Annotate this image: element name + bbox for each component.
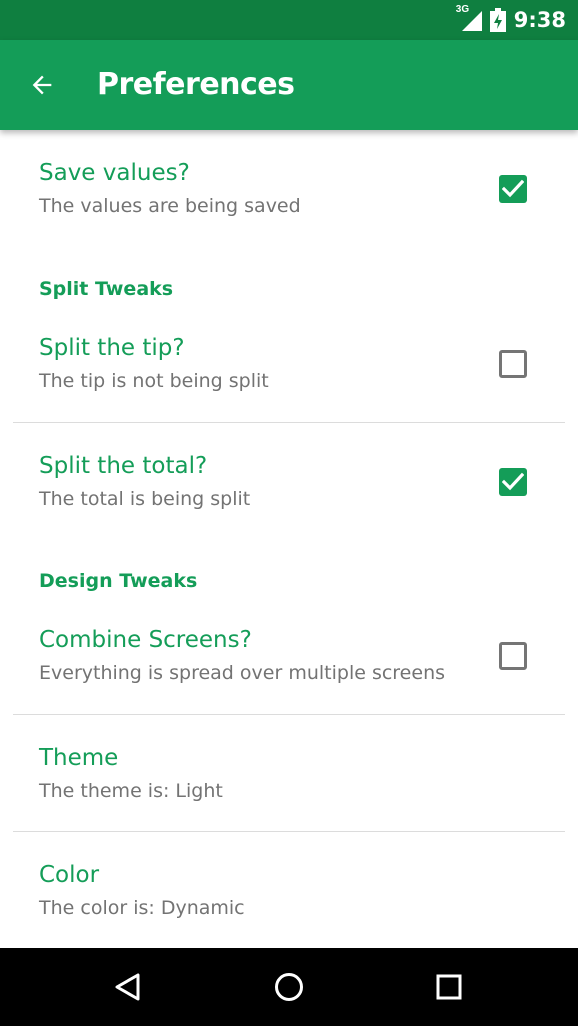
pref-split-tip[interactable]: Split the tip? The tip is not being spli…: [0, 305, 578, 421]
pref-summary: The color is: Dynamic: [39, 897, 245, 919]
nav-recents-button[interactable]: [424, 962, 474, 1012]
category-design-tweaks: Design Tweaks: [39, 570, 198, 592]
combine-screens-checkbox[interactable]: [499, 642, 527, 670]
split-total-checkbox[interactable]: [499, 468, 527, 496]
status-icons: 3G 9:38: [456, 4, 566, 34]
pref-split-total[interactable]: Split the total? The total is being spli…: [0, 423, 578, 539]
battery-charging-icon: [489, 8, 506, 32]
pref-title: Split the total?: [39, 453, 208, 479]
home-circle-icon: [275, 973, 303, 1001]
split-tip-checkbox[interactable]: [499, 350, 527, 378]
checkmark-icon: [502, 179, 524, 198]
pref-combine-screens[interactable]: Combine Screens? Everything is spread ov…: [0, 597, 578, 713]
pref-save-values[interactable]: Save values? The values are being saved: [0, 130, 578, 246]
clock: 9:38: [513, 8, 566, 32]
page-title: Preferences: [97, 67, 295, 102]
pref-summary: Everything is spread over multiple scree…: [39, 662, 446, 684]
pref-title: Split the tip?: [39, 335, 185, 361]
pref-title: Combine Screens?: [39, 627, 252, 653]
navigation-bar: [0, 948, 578, 1026]
back-triangle-icon: [115, 973, 140, 1001]
arrow-back-icon: [32, 75, 52, 95]
pref-summary: The theme is: Light: [39, 780, 223, 802]
preferences-list: Save values? The values are being saved …: [0, 130, 578, 948]
status-bar: 3G 9:38: [0, 0, 578, 40]
checkmark-icon: [502, 472, 524, 491]
pref-summary: The total is being split: [39, 488, 251, 510]
pref-color[interactable]: Color The color is: Dynamic: [0, 832, 578, 948]
pref-summary: The values are being saved: [39, 195, 301, 217]
category-split-tweaks: Split Tweaks: [39, 278, 174, 300]
nav-back-button[interactable]: [103, 962, 153, 1012]
signal-indicator: 3G: [456, 4, 482, 33]
save-values-checkbox[interactable]: [499, 175, 527, 203]
pref-title: Save values?: [39, 160, 190, 186]
back-button[interactable]: [14, 57, 70, 113]
pref-title: Theme: [39, 745, 119, 771]
pref-summary: The tip is not being split: [39, 370, 269, 392]
signal-icon: [461, 11, 482, 31]
pref-theme[interactable]: Theme The theme is: Light: [0, 715, 578, 831]
app-bar: Preferences: [0, 40, 578, 130]
nav-home-button[interactable]: [264, 962, 314, 1012]
recents-square-icon: [436, 974, 462, 1000]
pref-title: Color: [39, 862, 100, 888]
